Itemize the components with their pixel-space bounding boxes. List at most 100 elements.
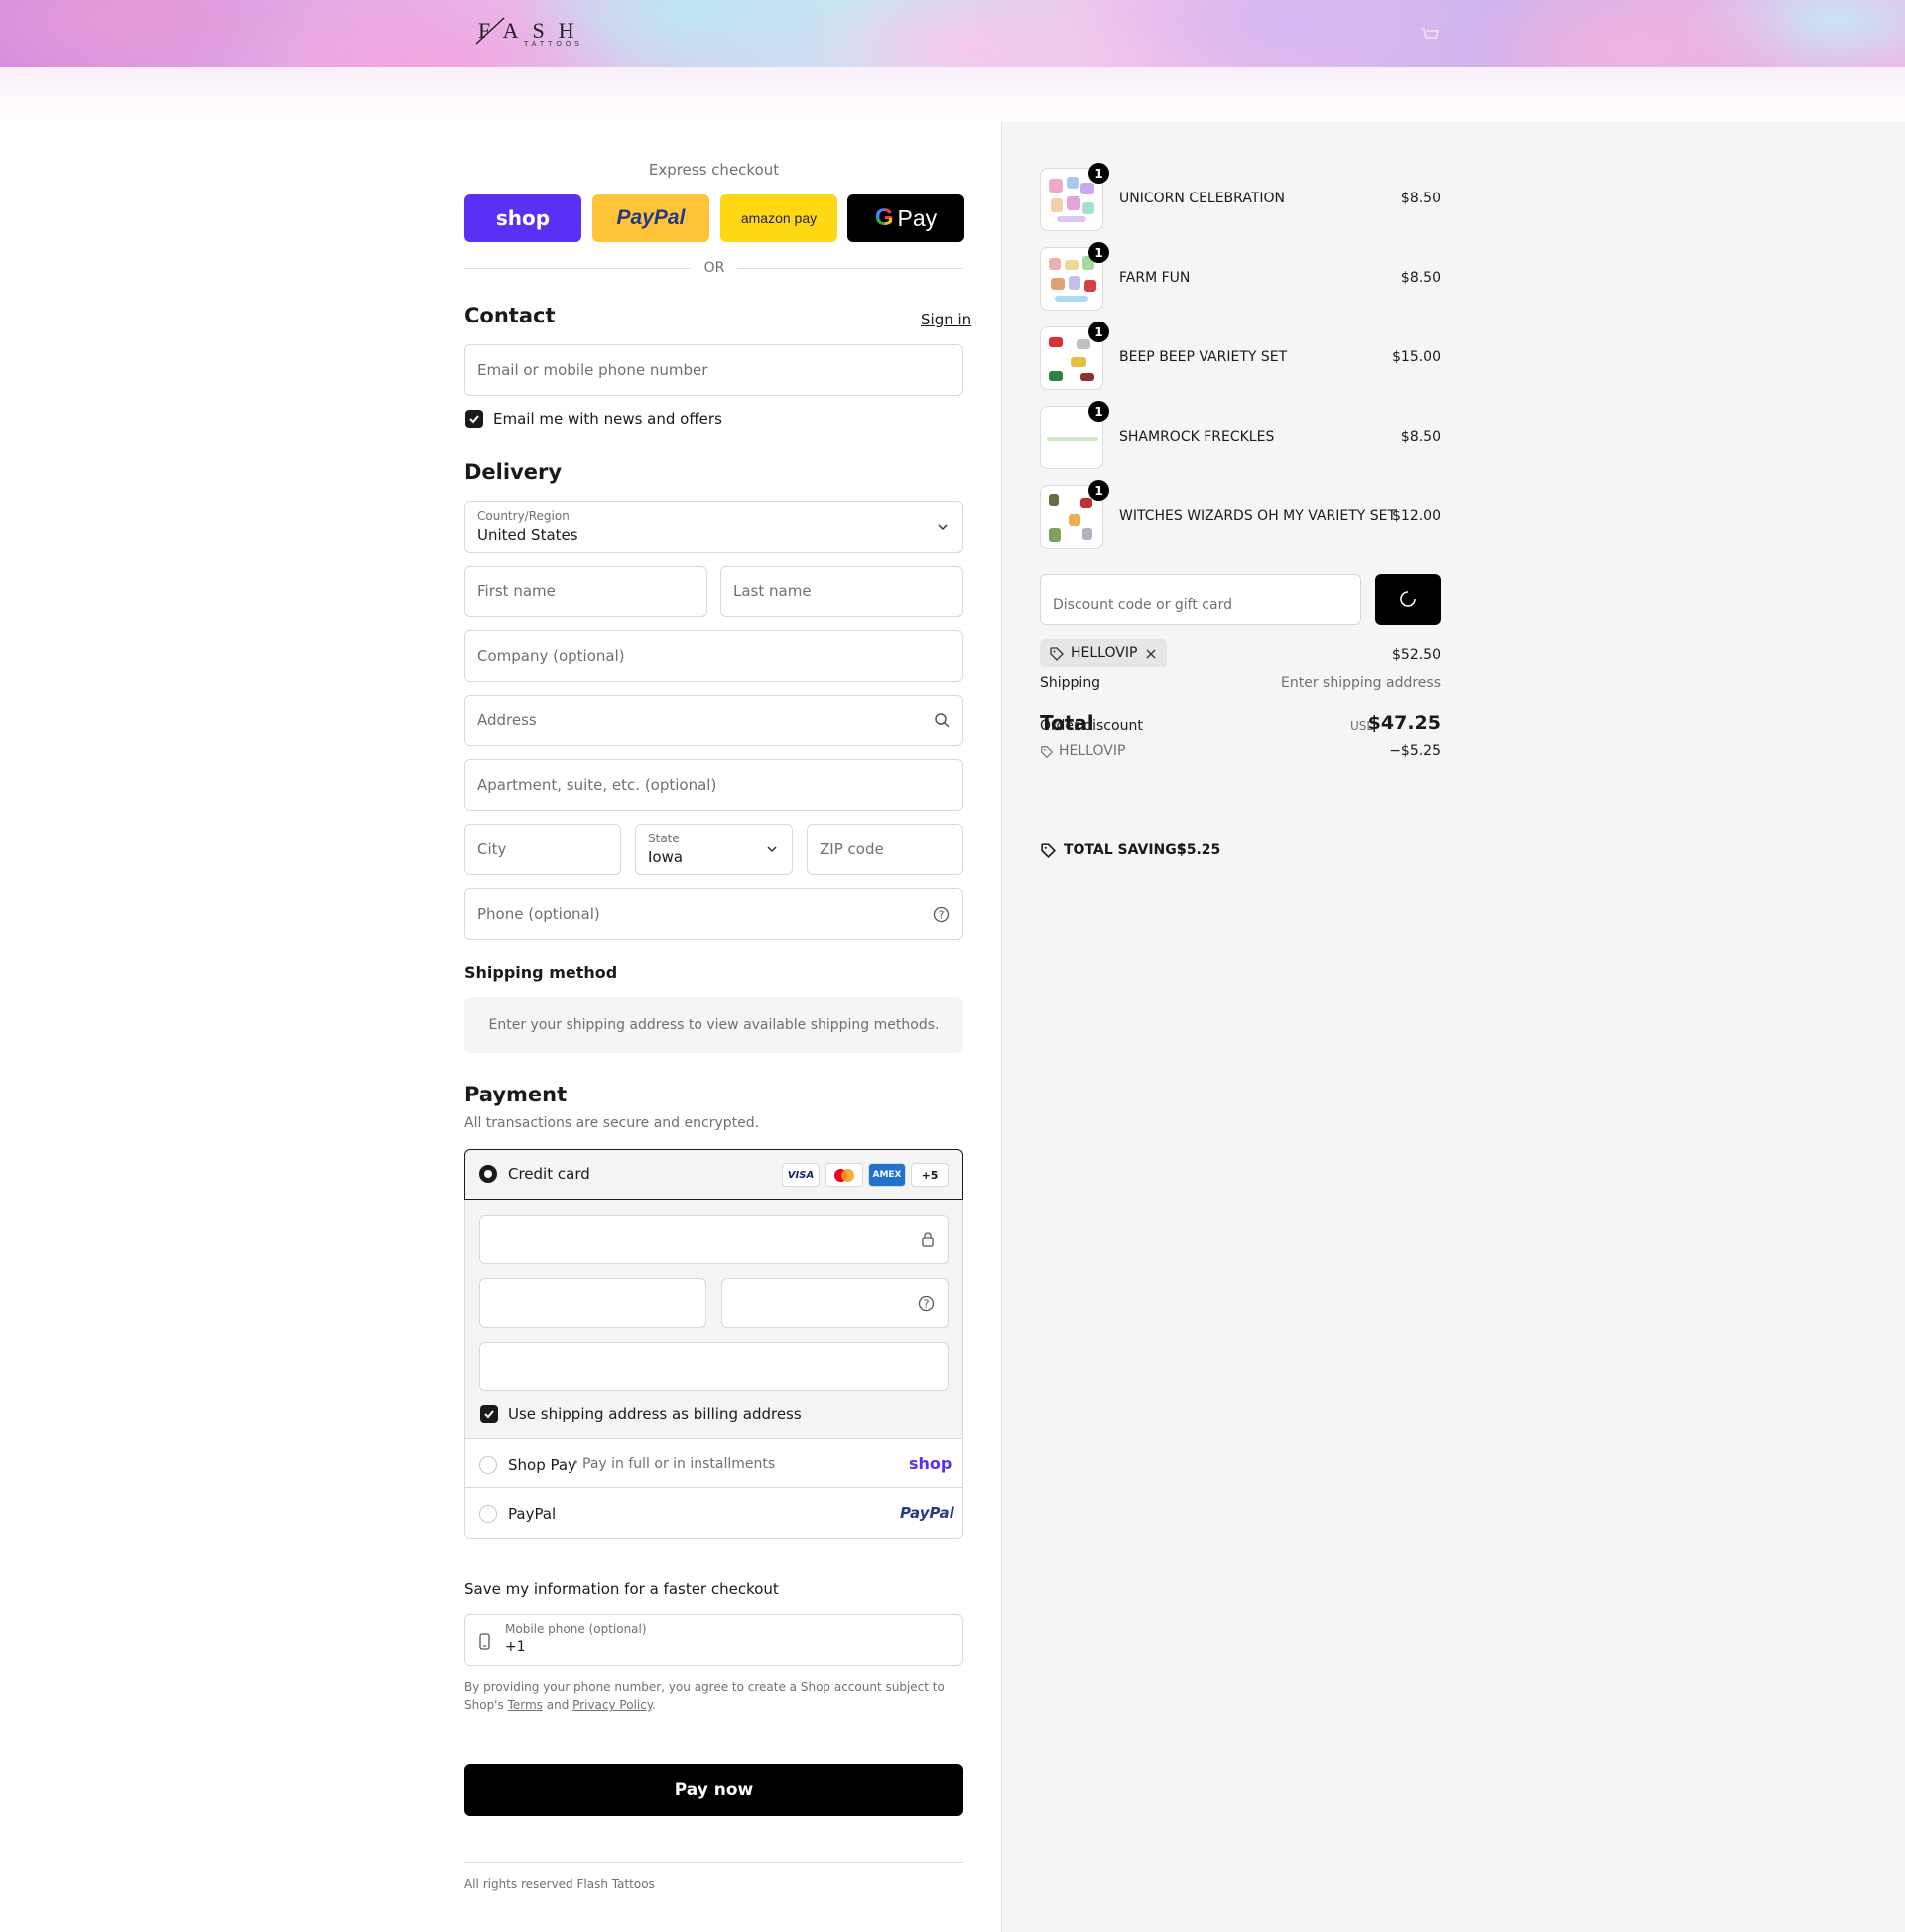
paypal-logo: PayPal: [616, 206, 686, 229]
amazon-pay-express-button[interactable]: amazon pay: [720, 194, 837, 242]
security-code-field[interactable]: ?: [721, 1278, 949, 1328]
mastercard-icon: [826, 1163, 863, 1187]
or-divider-left: [464, 268, 691, 269]
applied-discount-code: HELLOVIP: [1071, 645, 1138, 661]
sign-in-link[interactable]: Sign in: [921, 311, 971, 328]
discount-amount: −$5.25: [1389, 743, 1441, 759]
paypal-logo: PayPal: [900, 1504, 954, 1522]
company-field[interactable]: Company (optional): [464, 630, 963, 682]
billing-same-checkbox[interactable]: [480, 1405, 498, 1423]
cart-icon[interactable]: [1419, 24, 1441, 44]
subtotal-value: $52.50: [1392, 647, 1441, 663]
close-icon[interactable]: [1145, 648, 1157, 660]
delivery-heading: Delivery: [464, 460, 563, 484]
card-number-field[interactable]: [479, 1215, 949, 1264]
state-value: Iowa: [648, 848, 684, 866]
paypal-radio[interactable]: [479, 1505, 497, 1523]
google-g-icon: G: [874, 204, 894, 231]
paypal-express-button[interactable]: PayPal: [592, 194, 709, 242]
google-pay-express-button[interactable]: G Pay: [847, 194, 964, 242]
payment-heading: Payment: [464, 1083, 568, 1106]
state-select[interactable]: State Iowa: [635, 824, 793, 875]
phone-placeholder: Phone (optional): [477, 905, 600, 923]
city-placeholder: City: [477, 840, 507, 858]
apply-discount-button[interactable]: [1375, 574, 1441, 625]
legal-text: By providing your phone number, you agre…: [464, 1678, 963, 1714]
total-value: $47.25: [1367, 712, 1441, 734]
expiration-field[interactable]: [479, 1278, 706, 1328]
pay-now-button[interactable]: Pay now: [464, 1764, 963, 1816]
svg-text:?: ?: [939, 909, 945, 922]
item-price: $8.50: [1400, 191, 1441, 206]
item-name: SHAMROCK FRECKLES: [1119, 429, 1275, 445]
email-field[interactable]: Email or mobile phone number: [464, 344, 963, 396]
visa-icon: VISA: [782, 1163, 820, 1187]
newsletter-checkbox[interactable]: [465, 410, 483, 428]
chevron-down-icon: [767, 846, 777, 853]
google-pay-label: Pay: [897, 204, 938, 231]
country-label: Country/Region: [477, 509, 570, 523]
address-placeholder: Address: [477, 711, 537, 729]
item-name: WITCHES WIZARDS OH MY VARIETY SET: [1119, 508, 1397, 524]
check-icon: [469, 415, 479, 424]
item-price: $8.50: [1400, 429, 1441, 445]
item-price: $8.50: [1400, 270, 1441, 286]
state-label: State: [648, 832, 680, 845]
lock-icon: [922, 1232, 934, 1247]
company-placeholder: Company (optional): [477, 647, 625, 665]
first-name-field[interactable]: First name: [464, 566, 707, 617]
search-icon: [935, 713, 950, 728]
svg-text:TATTOOS: TATTOOS: [524, 41, 583, 48]
last-name-field[interactable]: Last name: [720, 566, 963, 617]
apartment-placeholder: Apartment, suite, etc. (optional): [477, 776, 717, 794]
shipping-label: Shipping: [1040, 675, 1101, 691]
item-name: UNICORN CELEBRATION: [1119, 191, 1285, 206]
email-placeholder: Email or mobile phone number: [477, 361, 708, 379]
first-name-placeholder: First name: [477, 582, 556, 600]
help-icon[interactable]: ?: [918, 1295, 935, 1312]
credit-card-radio[interactable]: [479, 1165, 497, 1183]
shop-pay-description: Pay in full or in installments: [582, 1456, 776, 1472]
or-label: OR: [699, 260, 729, 276]
mobile-phone-field[interactable]: Mobile phone (optional) +1: [464, 1614, 963, 1666]
shop-pay-radio[interactable]: [479, 1456, 497, 1474]
shipping-method-heading: Shipping method: [464, 964, 618, 982]
last-name-placeholder: Last name: [733, 582, 812, 600]
zip-field[interactable]: ZIP code: [807, 824, 963, 875]
address-field[interactable]: Address: [464, 695, 963, 746]
save-info-heading: Save my information for a faster checkou…: [464, 1580, 779, 1598]
city-field[interactable]: City: [464, 824, 621, 875]
name-on-card-field[interactable]: [479, 1342, 949, 1391]
svg-text:FASH: FASH: [478, 18, 588, 43]
item-price: $15.00: [1392, 349, 1441, 365]
discount-code-line: HELLOVIP: [1059, 743, 1126, 759]
flash-tattoos-logo[interactable]: FASH TATTOOS: [474, 14, 623, 48]
country-select[interactable]: Country/Region United States: [464, 501, 963, 553]
apartment-field[interactable]: Apartment, suite, etc. (optional): [464, 759, 963, 811]
shop-pay-logo: shop: [495, 206, 551, 230]
discount-code-placeholder: Discount code or gift card: [1053, 597, 1232, 613]
discount-code-field[interactable]: Discount code or gift card: [1040, 574, 1361, 625]
amex-icon: AMEX: [868, 1163, 906, 1187]
terms-link[interactable]: Terms: [508, 1698, 543, 1712]
header-fade: [0, 67, 1905, 122]
check-icon: [484, 1410, 494, 1419]
shipping-method-message: Enter your shipping address to view avai…: [464, 997, 963, 1053]
item-name: FARM FUN: [1119, 270, 1191, 286]
loading-spinner-icon: [1400, 591, 1416, 607]
billing-same-label: Use shipping address as billing address: [508, 1405, 802, 1423]
help-icon[interactable]: ?: [933, 906, 950, 923]
privacy-policy-link[interactable]: Privacy Policy: [572, 1698, 652, 1712]
mobile-phone-icon: [479, 1633, 490, 1650]
zip-placeholder: ZIP code: [820, 840, 884, 858]
legal-period: .: [652, 1698, 657, 1712]
shipping-value: Enter shipping address: [1281, 675, 1441, 691]
more-brands-badge: +5: [911, 1163, 949, 1187]
tag-icon: [1050, 647, 1064, 661]
phone-field[interactable]: Phone (optional) ?: [464, 888, 963, 940]
item-price: $12.00: [1392, 508, 1441, 524]
savings-tag-icon: [1041, 843, 1057, 859]
shop-pay-express-button[interactable]: shop: [464, 194, 581, 242]
mobile-phone-value: +1: [505, 1639, 526, 1655]
item-quantity-badge: 1: [1088, 401, 1109, 422]
